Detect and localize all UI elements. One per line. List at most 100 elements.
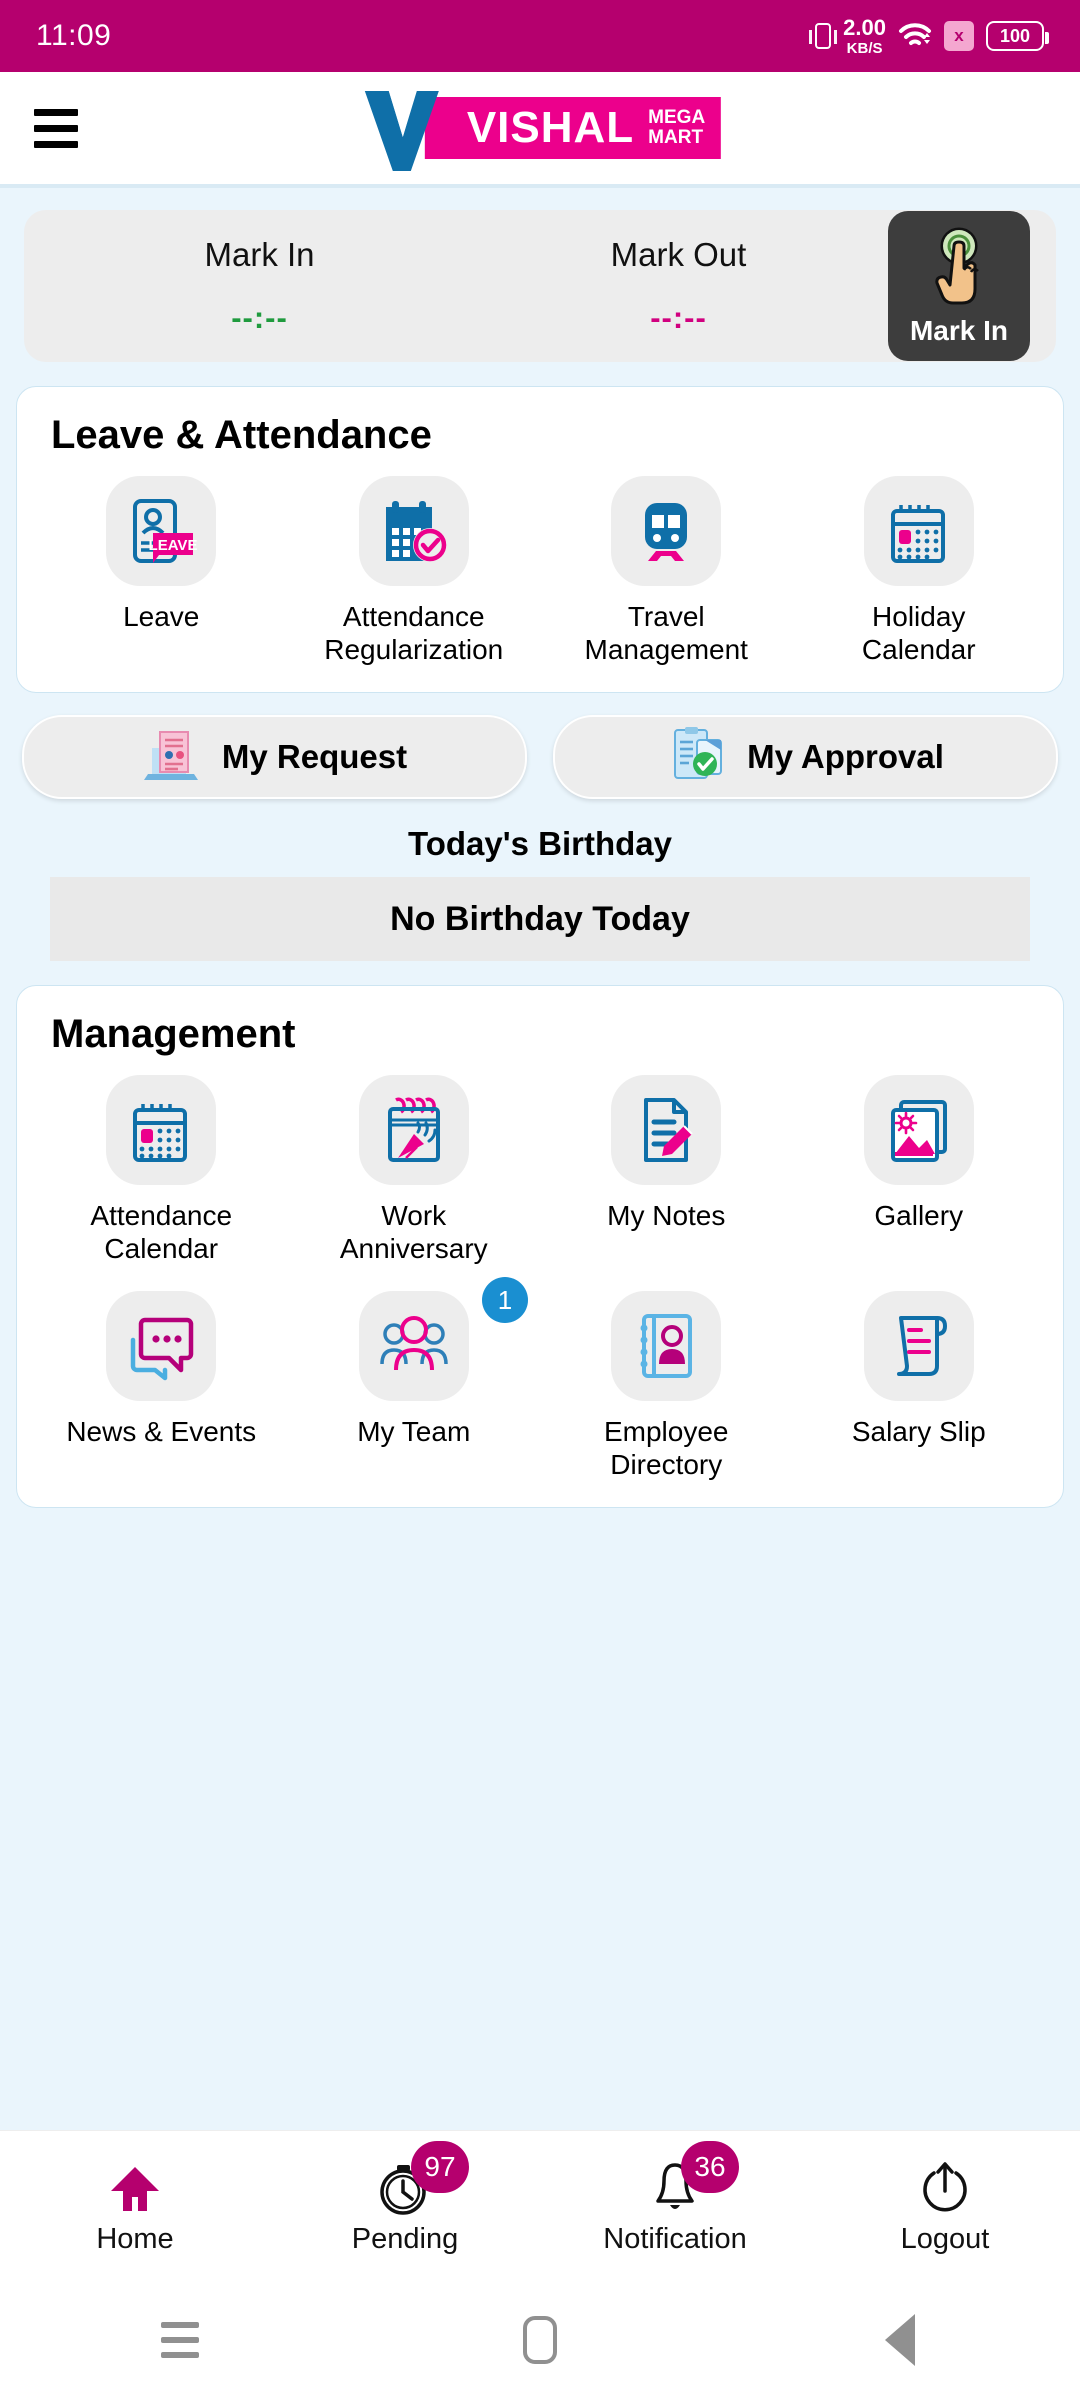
attendance-panel: Mark In --:-- Mark Out --:-- Mark In (24, 210, 1056, 362)
mark-in-button[interactable]: Mark In (888, 211, 1030, 361)
nav-logout[interactable]: Logout (810, 2155, 1080, 2256)
mark-out-time: --:-- (650, 300, 707, 335)
nav-pending[interactable]: 97 Pending (270, 2141, 540, 2256)
management-row-2: News & Events 1 My Team Employee Directo… (35, 1277, 1046, 1481)
receipt-icon (863, 1291, 974, 1402)
android-back-button[interactable] (720, 2314, 1080, 2366)
tile-employee-directory[interactable]: Employee Directory (540, 1291, 793, 1481)
app-header: VISHAL MEGA MART (0, 72, 1080, 184)
main-content: Mark In --:-- Mark Out --:-- Mark In Lea… (0, 188, 1080, 2130)
tile-travel-management[interactable]: Travel Management (540, 476, 793, 666)
calendar-check-icon (358, 476, 469, 586)
birthday-empty-message: No Birthday Today (390, 899, 690, 938)
train-icon (611, 476, 722, 586)
mark-in-time: --:-- (231, 300, 288, 335)
status-time: 11:09 (36, 19, 112, 52)
data-speed-unit: KB/S (846, 39, 883, 57)
management-rows: Attendance Calendar Work Anniversary My … (35, 1075, 1045, 1481)
android-recents-button[interactable] (0, 2322, 360, 2358)
battery-icon: 100 (986, 21, 1049, 51)
tile-news-events[interactable]: News & Events (35, 1291, 288, 1481)
mark-in-button-label: Mark In (909, 314, 1009, 346)
my-request-label: My Request (221, 738, 408, 776)
data-speed-value: 2.00 (843, 14, 886, 40)
clipboard-check-icon (667, 726, 729, 789)
note-pencil-icon (611, 1075, 722, 1186)
recents-icon (161, 2322, 199, 2358)
tile-my-team[interactable]: 1 My Team (288, 1277, 541, 1481)
tile-attendance-regularization[interactable]: Attendance Regularization (288, 476, 541, 666)
android-back-icon (885, 2314, 915, 2366)
my-request-button[interactable]: My Request (22, 715, 527, 800)
my-approval-button[interactable]: My Approval (553, 715, 1058, 800)
hamburger-line (34, 124, 78, 132)
people-group-icon (358, 1291, 469, 1402)
logo-band: VISHAL MEGA MART (424, 97, 722, 159)
android-navigation-bar (0, 2280, 1080, 2400)
logo-text-mega: MEGA (648, 107, 706, 129)
tile-gallery[interactable]: Gallery (793, 1075, 1046, 1265)
logo-text-mart: MART (648, 127, 704, 148)
mark-in-status: Mark In --:-- (50, 236, 469, 336)
phone-screen: 11:09 2.00 KB/S x 100 VISHAL MEGA MART M… (0, 0, 1080, 2400)
bottom-navigation: Home 97 Pending 36 Notification Logout (0, 2130, 1080, 2280)
mark-in-label: Mark In (204, 236, 315, 273)
tile-holiday-calendar[interactable]: Holiday Calendar (793, 476, 1046, 666)
data-speed-indicator: 2.00 KB/S (843, 14, 886, 57)
leave-attendance-tiles: LEAVE Leave Attendance Regularization Tr… (35, 476, 1045, 666)
tile-label: Employee Directory (603, 1416, 729, 1481)
tile-attendance-calendar[interactable]: Attendance Calendar (35, 1075, 288, 1265)
nav-pending-label: Pending (351, 2223, 459, 2255)
status-icons: 2.00 KB/S x 100 (809, 14, 1049, 57)
brand-logo: VISHAL MEGA MART (359, 91, 722, 171)
calendar-icon (106, 1075, 217, 1186)
home-icon (107, 2155, 163, 2217)
photo-gallery-icon (863, 1075, 974, 1186)
hamburger-icon[interactable] (34, 108, 78, 148)
tile-label: Work Anniversary (339, 1200, 488, 1265)
nav-home[interactable]: Home (0, 2155, 270, 2256)
tile-label: Holiday Calendar (861, 601, 976, 666)
tile-label: Salary Slip (851, 1416, 986, 1448)
nav-home-label: Home (96, 2223, 174, 2255)
my-approval-label: My Approval (747, 738, 944, 776)
android-home-button[interactable] (360, 2316, 720, 2364)
tile-work-anniversary[interactable]: Work Anniversary (288, 1075, 541, 1265)
laptop-document-icon (142, 726, 204, 789)
party-popper-notepad-icon (358, 1075, 469, 1186)
contact-book-icon (611, 1291, 722, 1402)
power-icon (918, 2155, 972, 2217)
wifi-icon (898, 23, 932, 49)
nav-notification-label: Notification (603, 2223, 747, 2255)
mark-out-label: Mark Out (610, 236, 747, 273)
pending-badge: 97 (411, 2141, 469, 2193)
tile-label: Leave (123, 601, 200, 632)
birthday-empty-band: No Birthday Today (50, 877, 1030, 962)
android-home-icon (523, 2316, 557, 2364)
management-row-1: Attendance Calendar Work Anniversary My … (35, 1075, 1045, 1265)
svg-text:LEAVE: LEAVE (149, 537, 198, 554)
tile-salary-slip[interactable]: Salary Slip (793, 1291, 1046, 1481)
nav-notification[interactable]: 36 Notification (540, 2141, 810, 2256)
id-card-leave-icon: LEAVE (106, 476, 217, 586)
hamburger-line (34, 140, 78, 148)
leave-attendance-title: Leave & Attendance (51, 413, 432, 457)
vibrate-icon (809, 23, 838, 49)
tile-label: My Team (357, 1416, 471, 1448)
tile-label: Travel Management (584, 601, 748, 666)
tile-label: My Notes (607, 1200, 726, 1232)
calendar-icon (863, 476, 974, 586)
my-team-badge: 1 (482, 1277, 528, 1324)
tile-label: Attendance Calendar (90, 1200, 233, 1265)
tile-label: Attendance Regularization (324, 601, 504, 666)
management-card: Management Attendance Calendar Work Anni… (16, 985, 1064, 1509)
tile-label: Gallery (874, 1200, 964, 1232)
tile-label: News & Events (66, 1416, 257, 1448)
tile-leave[interactable]: LEAVE Leave (35, 476, 288, 666)
status-bar: 11:09 2.00 KB/S x 100 (0, 0, 1080, 72)
hamburger-line (34, 108, 78, 116)
notification-badge: 36 (681, 2141, 739, 2193)
chat-bubbles-icon (106, 1291, 217, 1402)
logo-v-mark (359, 85, 443, 171)
tile-my-notes[interactable]: My Notes (540, 1075, 793, 1265)
